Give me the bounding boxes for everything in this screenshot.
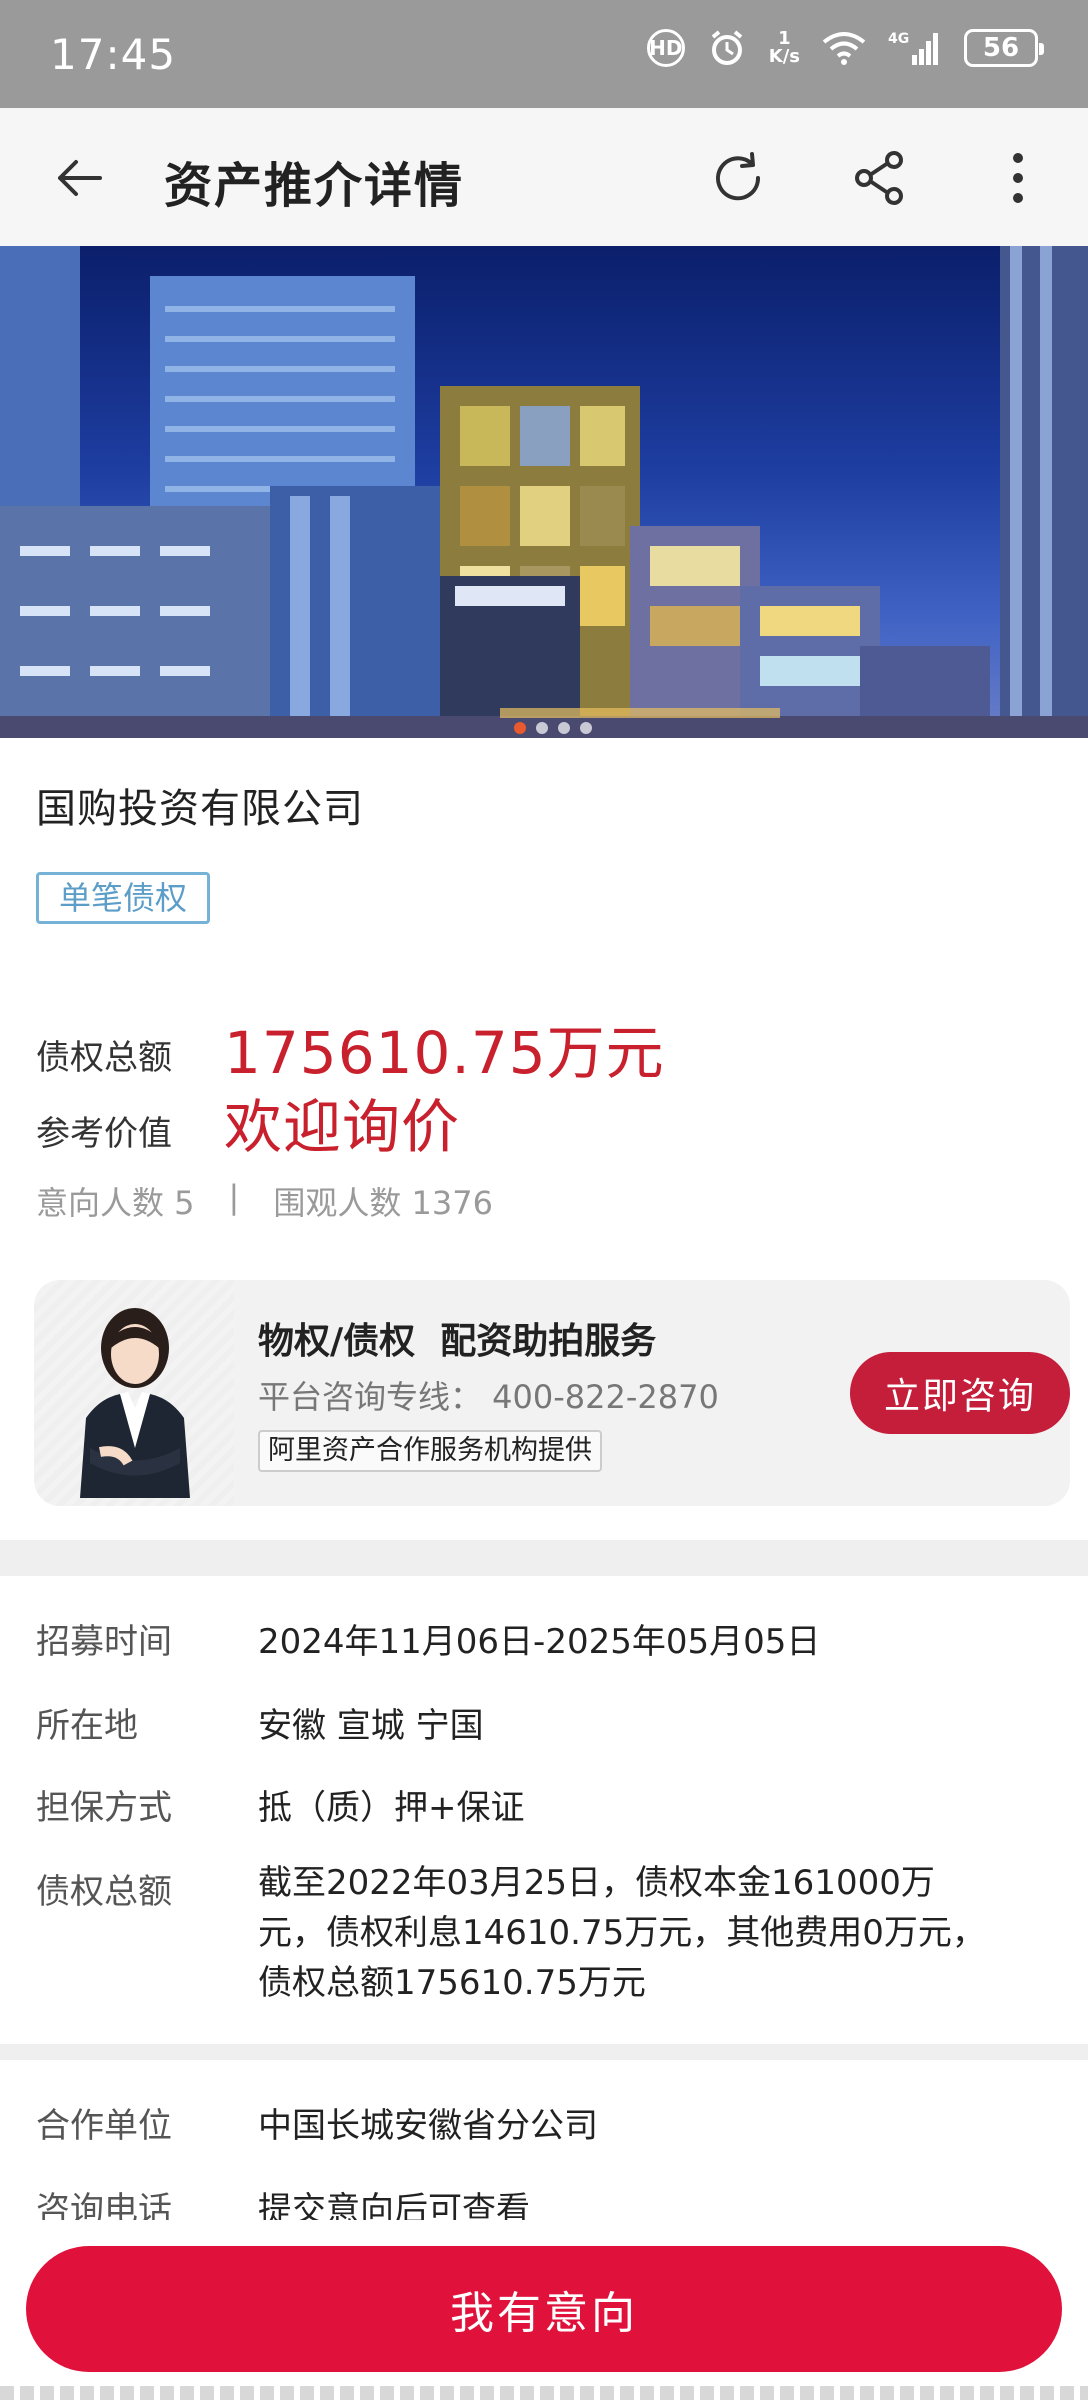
page-title: 资产推介详情 — [164, 158, 465, 214]
share-icon — [855, 151, 903, 205]
signal-icon: 4G — [888, 29, 942, 67]
detail-label: 所在地 — [36, 1706, 138, 1746]
detail-label: 合作单位 — [36, 2106, 172, 2146]
alarm-icon — [707, 28, 747, 68]
app-bar: 资产推介详情 — [0, 108, 1088, 246]
detail-value: 截至2022年03月25日，债权本金161000万元，债权利息14610.75万… — [258, 1863, 986, 2003]
more-vertical-icon — [1013, 153, 1023, 203]
asset-type-tag: 单笔债权 — [36, 872, 211, 924]
view-count: 围观人数 1376 — [273, 1184, 493, 1222]
intent-count: 意向人数 5 — [36, 1184, 195, 1222]
detail-label: 担保方式 — [36, 1788, 172, 1828]
consult-card: 物权/债权 配资助拍服务 平台咨询专线： 400-822-2870 阿里资产合作… — [34, 1280, 1070, 1506]
count-separator: | — [228, 1178, 240, 1216]
speed-unit: K/s — [768, 46, 800, 67]
asset-image-carousel[interactable] — [0, 246, 1088, 738]
ref-label: 参考价值 — [36, 1114, 172, 1154]
total-value: 175610.75万元 — [224, 1019, 665, 1087]
carousel-indicator — [514, 722, 592, 734]
status-bar: 17:45 HD 1 K/s 4G 56 — [0, 0, 1088, 108]
bottom-strip — [0, 2386, 1088, 2400]
consult-now-button[interactable]: 立即咨询 — [850, 1352, 1070, 1434]
consult-title: 物权/债权 配资助拍服务 — [258, 1321, 657, 1362]
svg-text:4G: 4G — [888, 31, 909, 47]
consultant-avatar — [70, 1298, 200, 1498]
building-image — [0, 246, 1088, 738]
share-button[interactable] — [848, 146, 912, 210]
bottom-action-bar: 我有意向 — [0, 2220, 1088, 2400]
refresh-button[interactable] — [706, 146, 770, 210]
detail-value: 中国长城安徽省分公司 — [258, 2106, 598, 2146]
total-label: 债权总额 — [36, 1038, 172, 1078]
company-name: 国购投资有限公司 — [36, 786, 364, 832]
more-button[interactable] — [988, 146, 1048, 210]
carousel-dot — [536, 722, 548, 734]
refresh-icon — [716, 152, 761, 201]
back-button[interactable] — [50, 148, 110, 208]
detail-label: 债权总额 — [36, 1872, 172, 1912]
consult-provider-note: 阿里资产合作服务机构提供 — [258, 1430, 602, 1472]
wifi-icon — [822, 30, 866, 66]
detail-value: 抵（质）押+保证 — [258, 1788, 525, 1828]
detail-value: 2024年11月06日-2025年05月05日 — [258, 1622, 821, 1662]
battery-icon: 56 — [964, 29, 1044, 67]
consult-phone: 平台咨询专线： 400-822-2870 — [258, 1378, 719, 1416]
intent-button[interactable]: 我有意向 — [26, 2246, 1062, 2372]
section-divider — [0, 2044, 1088, 2060]
network-speed: 1 K/s — [769, 30, 800, 66]
detail-value: 安徽 宣城 宁国 — [258, 1706, 484, 1746]
carousel-dot — [558, 722, 570, 734]
hd-icon: HD — [646, 29, 685, 67]
counts-row: 意向人数 5 | 围观人数 1376 — [36, 1178, 493, 1224]
section-divider — [0, 1540, 1088, 1576]
ref-value: 欢迎询价 — [224, 1093, 461, 1161]
status-time: 17:45 — [50, 30, 177, 79]
status-icons: HD 1 K/s 4G 56 — [646, 28, 1044, 68]
carousel-dot — [580, 722, 592, 734]
back-arrow-icon — [58, 160, 102, 196]
carousel-dot — [514, 722, 526, 734]
detail-label: 招募时间 — [36, 1622, 172, 1662]
